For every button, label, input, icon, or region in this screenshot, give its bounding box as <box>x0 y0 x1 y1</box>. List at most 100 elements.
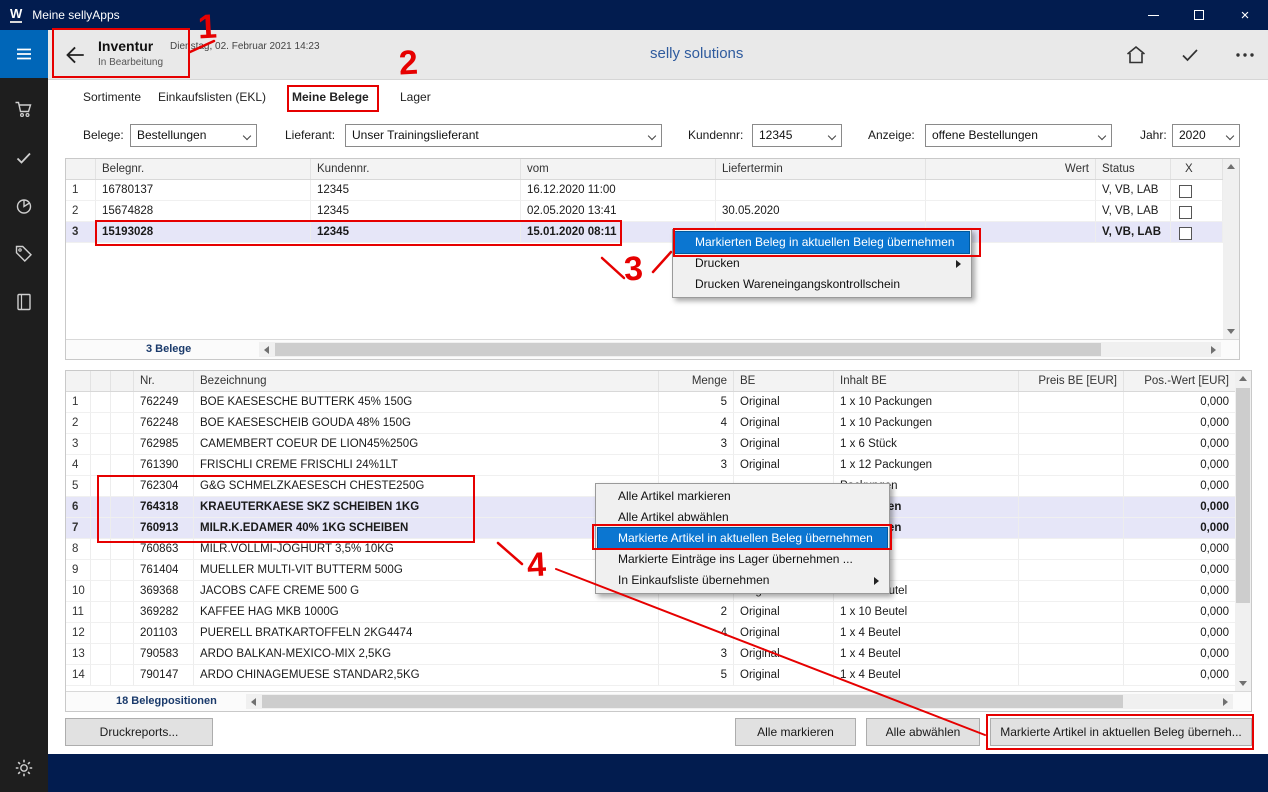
belege-panel: Belegnr. Kundennr. vom Liefertermin Wert… <box>65 158 1240 360</box>
belege-table-header: Belegnr. Kundennr. vom Liefertermin Wert… <box>66 159 1239 180</box>
lieferant-value: Unser Trainingslieferant <box>352 128 479 142</box>
col-menge[interactable]: Menge <box>659 371 734 391</box>
menu-item-drucken-wareneingang[interactable]: Drucken Wareneingangskontrollschein <box>675 274 969 295</box>
alle-markieren-button[interactable]: Alle markieren <box>735 718 856 746</box>
druckreports-button[interactable]: Druckreports... <box>65 718 213 746</box>
anzeige-dropdown[interactable]: offene Bestellungen <box>925 124 1112 147</box>
menu-item-lager-uebernehmen[interactable]: Markierte Einträge ins Lager übernehmen … <box>598 549 887 570</box>
tab-meine-belege[interactable]: Meine Belege <box>292 80 369 114</box>
sidebar-item-prices[interactable] <box>0 230 48 278</box>
positionen-vertical-scrollbar[interactable] <box>1235 371 1251 691</box>
tab-sortimente[interactable]: Sortimente <box>83 80 141 114</box>
sidebar-menu-button[interactable] <box>0 30 48 78</box>
col-liefertermin[interactable]: Liefertermin <box>716 159 926 179</box>
tab-einkaufslisten[interactable]: Einkaufslisten (EKL) <box>158 80 266 114</box>
position-row[interactable]: 4761390FRISCHLI CREME FRISCHLI 24%1LT3Or… <box>66 455 1251 476</box>
alle-abwaehlen-button[interactable]: Alle abwählen <box>866 718 980 746</box>
anzeige-label: Anzeige: <box>868 128 915 142</box>
beleg-row[interactable]: 1 16780137 12345 16.12.2020 11:00 V, VB,… <box>66 180 1239 201</box>
app-logo-icon: W <box>10 7 22 23</box>
position-row[interactable]: 13790583ARDO BALKAN-MEXICO-MIX 2,5KG3Ori… <box>66 644 1251 665</box>
col-inhalt-be[interactable]: Inhalt BE <box>834 371 1019 391</box>
col-preis-be[interactable]: Preis BE [EUR] <box>1019 371 1124 391</box>
col-vom[interactable]: vom <box>521 159 716 179</box>
row-checkbox[interactable] <box>1179 185 1192 198</box>
belege-vertical-scrollbar[interactable] <box>1223 159 1239 339</box>
chevron-down-icon <box>828 132 836 140</box>
beleg-row-selected[interactable]: 3 15193028 12345 15.01.2020 08:11 V, VB,… <box>66 222 1239 243</box>
checkmark-icon <box>1178 43 1202 67</box>
col-kundennr[interactable]: Kundennr. <box>311 159 521 179</box>
position-row[interactable]: 1762249BOE KAESESCHE BUTTERK 45% 150G5Or… <box>66 392 1251 413</box>
menu-item-alle-markieren[interactable]: Alle Artikel markieren <box>598 486 887 507</box>
col-wert[interactable]: Wert <box>926 159 1096 179</box>
row-checkbox[interactable] <box>1179 227 1192 240</box>
sidebar-item-journal[interactable] <box>0 278 48 326</box>
scrollbar-thumb[interactable] <box>275 343 1101 356</box>
position-row[interactable]: 14790147ARDO CHINAGEMUESE STANDAR2,5KG5O… <box>66 665 1251 686</box>
scroll-down-button[interactable] <box>1235 676 1250 691</box>
belege-dropdown[interactable]: Bestellungen <box>130 124 257 147</box>
positionen-horizontal-scrollbar[interactable] <box>246 694 1233 709</box>
position-row[interactable]: 11369282KAFFEE HAG MKB 1000G2Original1 x… <box>66 602 1251 623</box>
lieferant-dropdown[interactable]: Unser Trainingslieferant <box>345 124 662 147</box>
sidebar-item-tasks[interactable] <box>0 134 48 182</box>
scroll-left-button[interactable] <box>259 342 274 357</box>
menu-item-beleg-uebernehmen[interactable]: Markierten Beleg in aktuellen Beleg über… <box>675 232 969 253</box>
chevron-down-icon <box>1226 132 1234 140</box>
submenu-arrow-icon <box>956 260 961 268</box>
col-belegnr[interactable]: Belegnr. <box>96 159 311 179</box>
home-icon <box>1124 43 1148 67</box>
filter-bar: Belege: Bestellungen Lieferant: Unser Tr… <box>48 114 1268 158</box>
scroll-up-button[interactable] <box>1223 159 1238 174</box>
col-status[interactable]: Status <box>1096 159 1171 179</box>
close-button[interactable]: × <box>1222 0 1268 30</box>
sidebar-item-settings[interactable] <box>0 744 48 792</box>
scroll-up-button[interactable] <box>1235 371 1250 386</box>
minimize-icon <box>1148 15 1159 16</box>
menu-item-artikel-uebernehmen[interactable]: Markierte Artikel in aktuellen Beleg übe… <box>598 528 887 549</box>
scrollbar-thumb[interactable] <box>1236 388 1250 603</box>
scrollbar-thumb[interactable] <box>262 695 1123 708</box>
position-row[interactable]: 2762248BOE KAESESCHEIB GOUDA 48% 150G4Or… <box>66 413 1251 434</box>
confirm-button[interactable] <box>1178 43 1204 67</box>
scroll-left-button[interactable] <box>246 694 261 709</box>
menu-item-label: Drucken <box>695 256 740 270</box>
jahr-dropdown[interactable]: 2020 <box>1172 124 1240 147</box>
menu-item-drucken[interactable]: Drucken <box>675 253 969 274</box>
beleg-context-menu: Markierten Beleg in aktuellen Beleg über… <box>672 229 972 298</box>
sidebar-item-statistics[interactable] <box>0 182 48 230</box>
lieferant-label: Lieferant: <box>285 128 335 142</box>
back-button[interactable] <box>60 42 90 70</box>
menu-item-einkaufsliste[interactable]: In Einkaufsliste übernehmen <box>598 570 887 591</box>
jahr-value: 2020 <box>1179 128 1206 142</box>
belege-value: Bestellungen <box>137 128 206 142</box>
col-nr[interactable]: Nr. <box>134 371 194 391</box>
hamburger-icon <box>14 44 34 64</box>
positionen-count: 18 Belegpositionen <box>116 695 217 707</box>
scroll-down-button[interactable] <box>1223 324 1238 339</box>
more-button[interactable] <box>1233 43 1259 67</box>
scroll-right-button[interactable] <box>1206 342 1221 357</box>
uebernehmen-button[interactable]: Markierte Artikel in aktuellen Beleg übe… <box>990 718 1252 746</box>
menu-item-alle-abwaehlen[interactable]: Alle Artikel abwählen <box>598 507 887 528</box>
submenu-arrow-icon <box>874 577 879 585</box>
scroll-right-button[interactable] <box>1218 694 1233 709</box>
position-row[interactable]: 12201103PUERELL BRATKARTOFFELN 2KG44744O… <box>66 623 1251 644</box>
maximize-button[interactable] <box>1176 0 1222 30</box>
position-row[interactable]: 3762985CAMEMBERT COEUR DE LION45%250G3Or… <box>66 434 1251 455</box>
col-bezeichnung[interactable]: Bezeichnung <box>194 371 659 391</box>
col-x[interactable]: X <box>1171 159 1223 179</box>
belege-horizontal-scrollbar[interactable] <box>259 342 1221 357</box>
kundennr-label: Kundennr: <box>688 128 743 142</box>
minimize-button[interactable] <box>1130 0 1176 30</box>
col-pos-wert[interactable]: Pos.-Wert [EUR] <box>1124 371 1236 391</box>
kundennr-dropdown[interactable]: 12345 <box>752 124 842 147</box>
col-be[interactable]: BE <box>734 371 834 391</box>
tab-lager[interactable]: Lager <box>400 80 431 114</box>
app-window: W Meine sellyApps × <box>0 0 1268 792</box>
beleg-row[interactable]: 2 15674828 12345 02.05.2020 13:41 30.05.… <box>66 201 1239 222</box>
row-checkbox[interactable] <box>1179 206 1192 219</box>
home-button[interactable] <box>1124 43 1150 67</box>
sidebar-item-cart[interactable] <box>0 86 48 134</box>
